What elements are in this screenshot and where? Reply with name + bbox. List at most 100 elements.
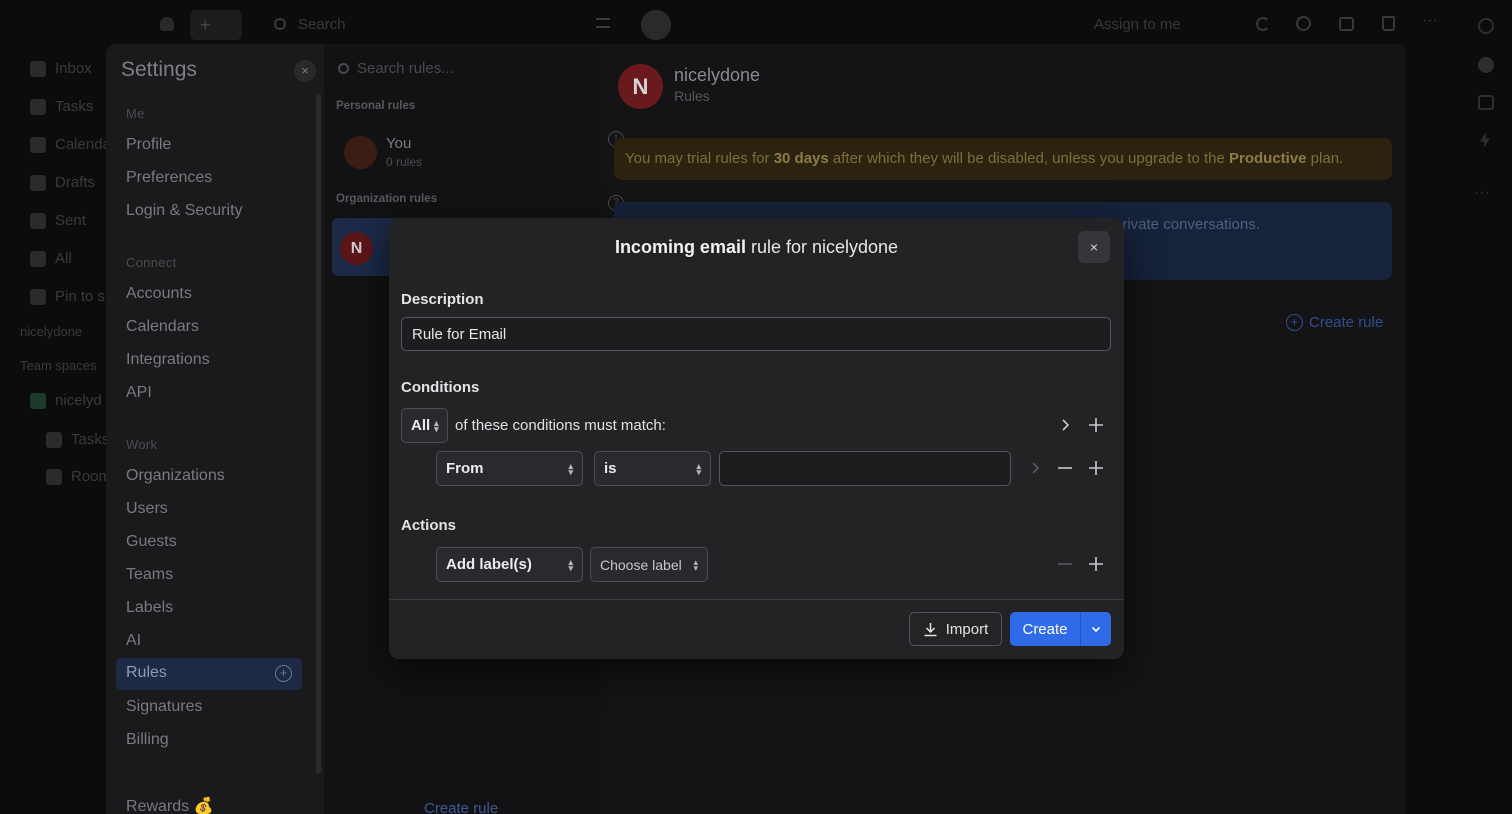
app-toolbar: + Search Assign to me ··· (0, 0, 1512, 48)
undo-icon[interactable] (1256, 17, 1270, 31)
info-icon[interactable] (1478, 18, 1494, 34)
settings-item-label: Rules (126, 664, 167, 681)
nav-pin[interactable]: Pin to s (30, 288, 105, 305)
settings-item-api[interactable]: API (126, 384, 152, 402)
add-condition-group-button[interactable] (1086, 415, 1106, 435)
filter-icon[interactable] (596, 18, 610, 28)
chevron-down-icon[interactable] (1081, 623, 1111, 635)
nav-tasks[interactable]: Tasks (30, 98, 93, 115)
add-rule-icon[interactable]: + (275, 665, 292, 682)
choose-label-select[interactable]: Choose label ▴ ▾ (590, 547, 708, 582)
sidebar-scrollbar[interactable] (316, 94, 321, 774)
nav-sent[interactable]: Sent (30, 212, 86, 229)
app-search-input[interactable]: Search (298, 16, 346, 33)
settings-title: Settings (121, 58, 197, 81)
match-mode-select[interactable]: All ▴ ▾ (401, 408, 448, 443)
create-button[interactable]: Create (1010, 612, 1111, 646)
task-check-icon[interactable] (1478, 57, 1494, 73)
settings-item-labels[interactable]: Labels (126, 599, 173, 617)
team-avatar-icon (30, 392, 46, 409)
settings-item-ai[interactable]: AI (126, 632, 141, 650)
actions-label: Actions (401, 517, 457, 534)
search-icon (274, 18, 286, 30)
create-rule-button[interactable]: + Create rule (1286, 314, 1383, 331)
assign-to-me-button[interactable]: Assign to me (1094, 16, 1181, 33)
group-title: Connect (126, 255, 177, 270)
conditions-label: Conditions (401, 379, 480, 396)
rule-owner-you[interactable]: You 0 rules (336, 122, 596, 180)
rule-modal: Incoming email rule for nicelydone × Des… (389, 218, 1124, 659)
updown-icon: ▴ ▾ (693, 556, 698, 573)
trial-banner: You may trial rules for 30 days after wh… (614, 138, 1392, 180)
search-icon (338, 63, 349, 74)
org-name: nicelydone (674, 65, 761, 85)
settings-item-rewards[interactable]: Rewards 💰 (126, 796, 214, 814)
calendar-icon[interactable] (1478, 95, 1494, 110)
plus-icon (30, 288, 46, 305)
archive-icon[interactable] (1339, 17, 1354, 31)
action-type-select[interactable]: Add label(s) ▴ ▾ (436, 547, 583, 582)
import-button[interactable]: Import (909, 612, 1002, 646)
group-title: Me (126, 106, 145, 121)
settings-item-users[interactable]: Users (126, 500, 168, 518)
clock-icon[interactable] (1296, 16, 1311, 31)
rules-search-input[interactable]: Search rules... (357, 60, 454, 77)
settings-item-billing[interactable]: Billing (126, 731, 169, 749)
org-rules-label: Organization rules (336, 193, 437, 205)
bottom-create-rule-button[interactable]: Create rule (424, 800, 498, 814)
nav-all[interactable]: All (30, 250, 72, 267)
settings-item-preferences[interactable]: Preferences (126, 169, 212, 187)
add-condition-button[interactable] (1086, 458, 1106, 478)
settings-item-profile[interactable]: Profile (126, 136, 171, 154)
settings-item-teams[interactable]: Teams (126, 566, 173, 584)
condition-value-input[interactable] (719, 451, 1011, 486)
account-avatar[interactable] (641, 10, 671, 40)
nav-team[interactable]: nicelyd (30, 392, 102, 409)
download-icon (923, 622, 938, 637)
settings-item-guests[interactable]: Guests (126, 533, 177, 551)
plus-circle-icon: + (1286, 314, 1303, 331)
chevron-right-icon[interactable] (1025, 458, 1045, 478)
bell-icon[interactable] (160, 17, 174, 31)
settings-item-rules[interactable]: Rules + (116, 658, 302, 690)
pencil-icon (30, 174, 46, 191)
condition-operator-select[interactable]: is ▴ ▾ (594, 451, 711, 486)
group-title: Work (126, 437, 158, 452)
settings-item-signatures[interactable]: Signatures (126, 698, 203, 716)
nav-team-tasks[interactable]: Tasks (46, 431, 109, 448)
send-icon (30, 212, 46, 229)
match-text: of these conditions must match: (455, 417, 666, 434)
nav-drafts[interactable]: Drafts (30, 174, 95, 191)
org-subtitle: Rules (674, 88, 710, 104)
modal-title: Incoming email rule for nicelydone (614, 237, 899, 257)
rules-search[interactable]: Search rules... (338, 60, 454, 77)
more-icon[interactable]: ··· (1474, 184, 1490, 202)
nav-calendar[interactable]: Calendar (30, 136, 116, 153)
settings-item-accounts[interactable]: Accounts (126, 285, 192, 303)
more-icon[interactable]: ··· (1422, 12, 1438, 30)
org-avatar: N (340, 232, 373, 265)
nav-inbox[interactable]: Inbox (30, 60, 92, 77)
settings-close-button[interactable]: × (294, 60, 316, 82)
org-avatar-large: N (618, 64, 663, 109)
description-input[interactable] (401, 317, 1111, 351)
add-action-button[interactable] (1086, 554, 1106, 574)
avatar (344, 136, 377, 169)
updown-icon: ▴ ▾ (568, 556, 573, 573)
remove-action-button[interactable] (1055, 554, 1075, 574)
chevron-right-icon[interactable] (1055, 415, 1075, 435)
settings-item-organizations[interactable]: Organizations (126, 467, 225, 485)
bolt-icon[interactable] (1480, 132, 1490, 148)
settings-item-integrations[interactable]: Integrations (126, 351, 210, 369)
modal-divider (389, 599, 1124, 600)
nav-team-room[interactable]: Room (46, 468, 111, 485)
remove-condition-button[interactable] (1055, 458, 1075, 478)
settings-item-login-security[interactable]: Login & Security (126, 202, 243, 220)
rule-owner-name: You (386, 135, 412, 152)
settings-item-calendars[interactable]: Calendars (126, 318, 199, 336)
modal-close-button[interactable]: × (1078, 231, 1110, 263)
trash-icon[interactable] (1382, 16, 1395, 31)
compose-button[interactable]: + (190, 10, 242, 40)
updown-icon: ▴ ▾ (434, 417, 439, 434)
condition-field-select[interactable]: From ▴ ▾ (436, 451, 583, 486)
